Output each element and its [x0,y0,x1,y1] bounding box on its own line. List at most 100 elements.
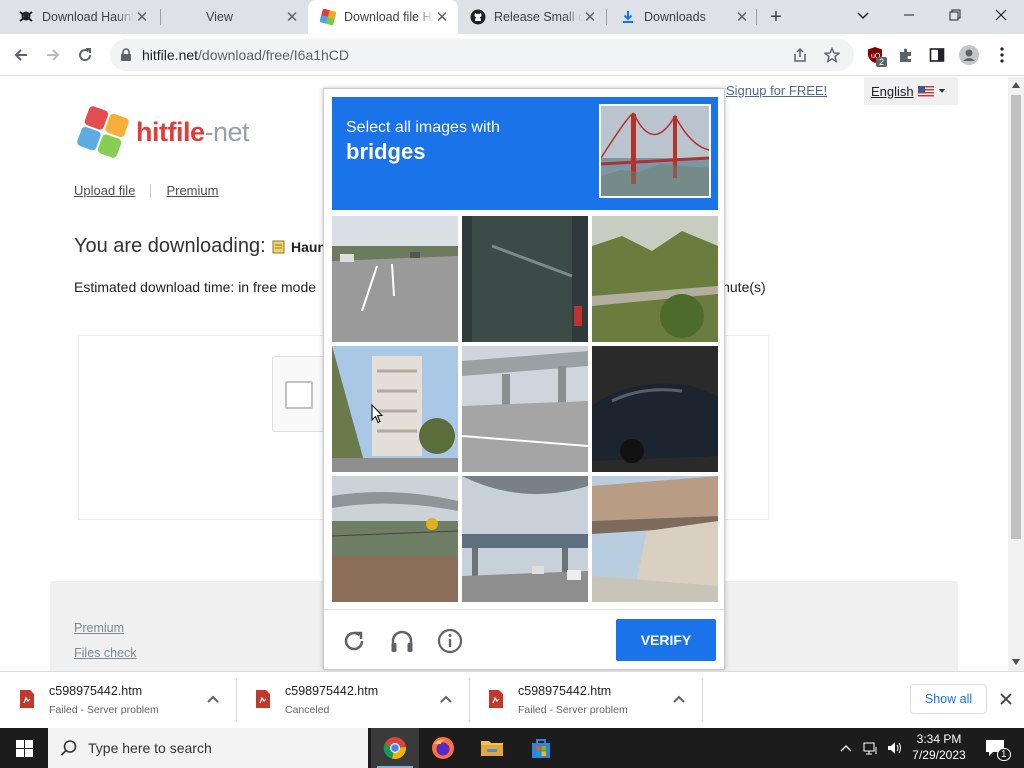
close-icon[interactable]: ✕ [582,9,598,26]
archive-file-icon [272,240,285,254]
refresh-icon [344,631,364,651]
close-icon[interactable] [998,691,1014,707]
taskbar-search-box[interactable]: Type here to search [48,728,368,768]
tab-4[interactable]: Downloads ✕ [608,0,758,34]
kebab-menu-icon [1000,47,1004,63]
notification-count: 1 [997,748,1011,761]
info-icon [437,628,463,654]
new-tab-button[interactable]: + [766,6,786,28]
download-shelf: c598975442.htm Failed - Server problem c… [0,671,1024,728]
side-panel-button[interactable] [922,40,952,70]
extensions-button[interactable] [891,40,921,70]
taskbar-chrome[interactable] [371,728,419,768]
download-item-0[interactable]: c598975442.htm Failed - Server problem [0,672,236,729]
tile-street-building-trees[interactable] [332,346,458,472]
github-icon [470,9,486,25]
tab-1[interactable]: View ✕ [162,0,308,34]
challenge-image-grid [332,216,718,602]
chevron-up-icon[interactable] [205,692,221,708]
download-item-2[interactable]: c598975442.htm Failed - Server problem [469,672,702,729]
footer-premium-link[interactable]: Premium [74,621,124,635]
audio-challenge-button[interactable] [387,626,417,656]
hitfile-logo[interactable]: hitfile-net [74,103,250,161]
restore-button[interactable] [932,0,978,30]
forward-button[interactable] [38,40,68,70]
download-item-1[interactable]: c598975442.htm Canceled [236,672,469,729]
close-window-button[interactable] [978,0,1024,30]
browser-toolbar: hitfile.net/download/free/I6a1hCD uO 2 [0,34,1024,76]
tab-title: Download Haunted Hou [42,10,134,24]
side-panel-icon [929,48,945,62]
upload-file-link[interactable]: Upload file [74,183,135,198]
footer-files-check-link[interactable]: Files check [74,646,137,660]
tile-overpass-road[interactable] [462,346,588,472]
bookmark-star-icon[interactable] [824,47,840,63]
minimize-button[interactable] [886,0,932,30]
network-button[interactable] [860,728,882,768]
recaptcha-challenge: Select all images with bridges VERIFY [323,88,725,670]
chevron-up-icon[interactable] [438,692,454,708]
tile-railway-greenery[interactable] [592,216,718,342]
mouse-cursor-icon [371,404,383,424]
chevron-down-icon [857,12,869,20]
tab-2-active[interactable]: Download file Haunt ✕ [308,0,458,34]
tab-search-button[interactable] [840,0,886,30]
address-bar[interactable]: hitfile.net/download/free/I6a1hCD [110,39,854,71]
taskbar-file-explorer[interactable] [468,728,516,768]
site-nav: Upload file Premium [74,183,218,198]
search-placeholder: Type here to search [88,740,212,756]
chrome-icon [383,737,407,760]
tile-highway-bridge[interactable] [462,476,588,602]
reload-challenge-button[interactable] [339,626,369,656]
tile-car[interactable] [592,346,718,472]
taskbar-store[interactable] [517,728,565,768]
taskbar-firefox[interactable] [419,728,467,768]
premium-link[interactable]: Premium [166,183,218,198]
taskbar-clock[interactable]: 3:34 PM 7/29/2023 [906,731,972,763]
verify-button[interactable]: VERIFY [616,619,716,661]
language-selector[interactable]: English [864,77,958,105]
tile-overpass-fence[interactable] [332,476,458,602]
ublock-extension-button[interactable]: uO 2 [860,40,890,70]
tab-0[interactable]: Download Haunted Hou ✕ [6,0,158,34]
share-icon[interactable] [792,47,808,63]
recaptcha-checkbox[interactable] [285,381,313,409]
close-icon[interactable]: ✕ [734,9,750,26]
tab-title: View [206,10,233,24]
puzzle-icon [900,48,911,62]
hitfile-logo-icon [77,106,129,158]
download-icon [620,9,636,25]
windows-taskbar: Type here to search 3:34 PM 7/29/2023 1 [0,728,1024,768]
language-label: English [871,83,914,99]
close-icon[interactable]: ✕ [134,9,150,26]
tile-dark-wall[interactable] [462,216,588,342]
sample-bridge-image [599,104,711,198]
tab-strip: Download Haunted Hou ✕ View ✕ Download f… [0,0,1024,34]
back-button[interactable] [6,40,36,70]
close-icon[interactable]: ✕ [284,9,300,26]
html-file-icon [20,690,34,708]
show-all-downloads-button[interactable]: Show all [910,684,987,714]
tile-bridge-underside[interactable] [592,476,718,602]
page-scrollbar[interactable] [1008,77,1024,671]
chevron-up-icon[interactable] [671,692,687,708]
menu-button[interactable] [987,40,1017,70]
profile-button[interactable] [954,40,984,70]
signup-link[interactable]: Signup for FREE! [726,83,827,98]
tab-3[interactable]: Release Small d ✕ [458,0,606,34]
volume-button[interactable] [884,728,906,768]
estimated-time-label: Estimated download time: in free mode [74,279,317,295]
start-button[interactable] [0,728,48,768]
us-flag-icon [917,85,934,97]
tab-title: Downloads [644,10,706,24]
tile-road[interactable] [332,216,458,342]
close-icon[interactable]: ✕ [434,9,450,26]
tab-title: Download file Haunt [344,10,434,24]
show-hidden-icons-button[interactable] [836,728,856,768]
download-filename: c598975442.htm [49,684,143,698]
help-button[interactable] [435,626,465,656]
notification-center-button[interactable]: 1 [980,728,1011,768]
scroll-thumb[interactable] [1011,95,1021,539]
reload-button[interactable] [70,40,100,70]
scroll-up-icon [1012,82,1020,88]
